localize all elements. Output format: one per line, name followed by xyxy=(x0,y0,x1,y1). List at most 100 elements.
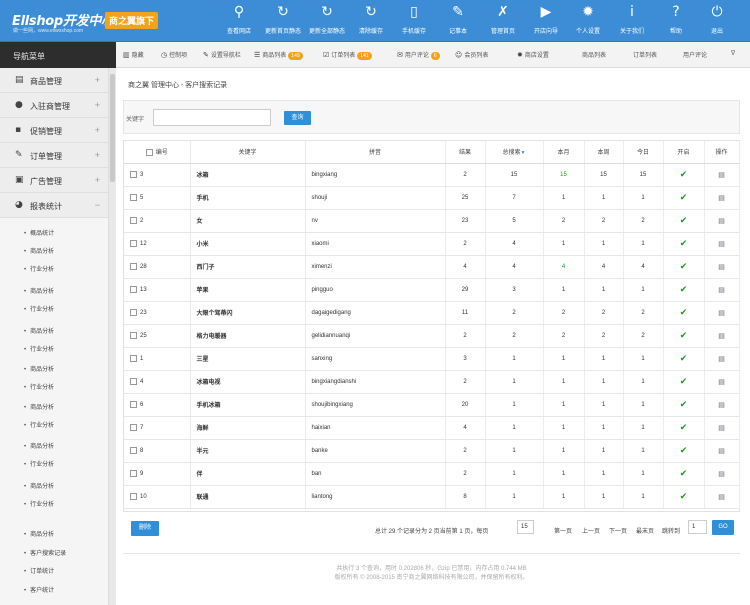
row-checkbox[interactable] xyxy=(130,239,137,247)
edit-icon[interactable]: ▤ xyxy=(718,378,725,386)
section-toggle-icon[interactable]: + xyxy=(95,100,100,110)
row-checkbox[interactable] xyxy=(130,262,137,270)
menubar-item-7[interactable]: ✹ 商店设置 xyxy=(517,50,549,59)
sidebar-subitem[interactable]: 概品统计 xyxy=(24,228,54,237)
row-checkbox[interactable] xyxy=(130,285,137,293)
sidebar-subitem[interactable]: 行业分析 xyxy=(24,499,54,508)
check-icon[interactable]: ✔ xyxy=(680,446,688,456)
edit-icon[interactable]: ▤ xyxy=(718,286,725,294)
query-button[interactable]: 查询 xyxy=(284,111,311,125)
sidebar-subitem[interactable]: 商品分析 xyxy=(24,529,54,538)
header-action-11[interactable]: ⏻ 退出 xyxy=(697,5,737,36)
column-header[interactable]: 开启 xyxy=(663,141,705,164)
section-toggle-icon[interactable]: + xyxy=(95,175,100,185)
edit-icon[interactable]: ▤ xyxy=(718,470,725,478)
section-toggle-icon[interactable]: + xyxy=(95,125,100,135)
row-checkbox[interactable] xyxy=(130,170,137,178)
sidebar-section-4[interactable]: ▣ 广告管理 + xyxy=(0,168,108,193)
check-icon[interactable]: ✔ xyxy=(680,331,688,341)
sidebar-subitem[interactable]: 行业分析 xyxy=(24,459,54,468)
edit-icon[interactable]: ▤ xyxy=(718,263,725,271)
keyword-input[interactable] xyxy=(153,109,271,126)
check-icon[interactable]: ✔ xyxy=(680,308,688,318)
header-action-4[interactable]: ▯ 手机缓存 xyxy=(394,5,434,36)
menubar-item-3[interactable]: ☰ 商品列表 149 xyxy=(254,50,303,60)
go-button[interactable]: GO xyxy=(712,520,734,535)
menubar-item-0[interactable]: ▥ 隐藏 xyxy=(123,50,144,59)
sidebar-section-3[interactable]: ✎ 订单管理 + xyxy=(0,143,108,168)
menubar-item-1[interactable]: ◷ 控制项 xyxy=(161,50,187,59)
edit-icon[interactable]: ▤ xyxy=(718,332,725,340)
sidebar-subitem[interactable]: 商品分析 xyxy=(24,286,54,295)
sidebar-section-1[interactable]: ● 入驻商管理 + xyxy=(0,93,108,118)
edit-icon[interactable]: ▤ xyxy=(718,401,725,409)
edit-icon[interactable]: ▤ xyxy=(718,217,725,225)
header-action-1[interactable]: ↻ 更新首页静态 xyxy=(263,5,303,36)
menubar-item-4[interactable]: ☑ 订单列表 141 xyxy=(323,50,372,60)
header-action-6[interactable]: ✗ 管理首页 xyxy=(483,5,523,36)
section-toggle-icon[interactable]: + xyxy=(95,75,100,85)
edit-icon[interactable]: ▤ xyxy=(718,309,725,317)
row-checkbox[interactable] xyxy=(130,469,137,477)
check-icon[interactable]: ✔ xyxy=(680,262,688,272)
menubar-item-10[interactable]: 用户评论 xyxy=(683,50,707,59)
check-icon[interactable]: ✔ xyxy=(680,239,688,249)
sidebar-subitem[interactable]: 行业分析 xyxy=(24,344,54,353)
check-icon[interactable]: ✔ xyxy=(680,377,688,387)
column-header[interactable]: 总搜索▼ xyxy=(485,141,544,164)
column-header[interactable]: 关键字 xyxy=(190,141,306,164)
header-action-8[interactable]: ✹ 个人设置 xyxy=(568,5,608,36)
edit-icon[interactable]: ▤ xyxy=(718,171,725,179)
first-page-link[interactable]: 第一页 xyxy=(554,526,572,535)
sidebar-subitem[interactable]: 客户搜索记录 xyxy=(24,548,66,557)
column-header[interactable]: 编号 xyxy=(124,141,191,164)
sidebar-section-0[interactable]: ▤ 商品管理 + xyxy=(0,68,108,93)
row-checkbox[interactable] xyxy=(130,193,137,201)
section-toggle-icon[interactable]: + xyxy=(95,150,100,160)
menubar-item-8[interactable]: 商品列表 xyxy=(582,50,606,59)
sidebar-subitem[interactable]: 商品分析 xyxy=(24,326,54,335)
sidebar-subitem[interactable]: 商品分析 xyxy=(24,481,54,490)
row-checkbox[interactable] xyxy=(130,423,137,431)
check-icon[interactable]: ✔ xyxy=(680,492,688,502)
menubar-item-5[interactable]: ✉ 用户评论 6 xyxy=(397,50,440,60)
header-action-5[interactable]: ✎ 记事本 xyxy=(438,5,478,36)
header-action-2[interactable]: ↻ 更新全部静态 xyxy=(307,5,347,36)
check-icon[interactable]: ✔ xyxy=(680,400,688,410)
column-header[interactable]: 本月 xyxy=(543,141,585,164)
menubar-item-6[interactable]: ☺ 会员列表 xyxy=(455,50,488,59)
header-action-10[interactable]: ? 帮助 xyxy=(656,5,696,36)
row-checkbox[interactable] xyxy=(130,331,137,339)
sort-desc-icon[interactable]: ▼ xyxy=(521,150,526,156)
edit-icon[interactable]: ▤ xyxy=(718,240,725,248)
column-header[interactable]: 今日 xyxy=(623,141,664,164)
edit-icon[interactable]: ▤ xyxy=(718,424,725,432)
delete-button[interactable]: 删除 xyxy=(131,521,159,536)
menubar-more-icon[interactable]: ᐁ xyxy=(731,50,735,57)
row-checkbox[interactable] xyxy=(130,446,137,454)
check-icon[interactable]: ✔ xyxy=(680,193,688,203)
row-checkbox[interactable] xyxy=(130,400,137,408)
check-icon[interactable]: ✔ xyxy=(680,354,688,364)
sidebar-subitem[interactable]: 商品分析 xyxy=(24,441,54,450)
sidebar-subitem[interactable]: 客户统计 xyxy=(24,585,54,594)
check-icon[interactable]: ✔ xyxy=(680,170,688,180)
edit-icon[interactable]: ▤ xyxy=(718,355,725,363)
row-checkbox[interactable] xyxy=(130,354,137,362)
sidebar-subitem[interactable]: 行业分析 xyxy=(24,382,54,391)
sidebar-subitem[interactable]: 行业分析 xyxy=(24,264,54,273)
check-icon[interactable]: ✔ xyxy=(680,469,688,479)
sidebar-subitem[interactable]: 商品分析 xyxy=(24,246,54,255)
row-checkbox[interactable] xyxy=(130,492,137,500)
edit-icon[interactable]: ▤ xyxy=(718,447,725,455)
select-all-checkbox[interactable] xyxy=(145,149,153,157)
sidebar-subitem[interactable]: 商品分析 xyxy=(24,402,54,411)
jump-page-input[interactable]: 1 xyxy=(688,520,707,534)
column-header[interactable]: 拼音 xyxy=(305,141,446,164)
column-header[interactable]: 结果 xyxy=(445,141,486,164)
sidebar-section-5[interactable]: ◕ 报表统计 − xyxy=(0,193,108,218)
edit-icon[interactable]: ▤ xyxy=(718,194,725,202)
sidebar-section-2[interactable]: ▪ 促销管理 + xyxy=(0,118,108,143)
check-icon[interactable]: ✔ xyxy=(680,216,688,226)
header-action-7[interactable]: ▶ 开店向导 xyxy=(526,5,566,36)
